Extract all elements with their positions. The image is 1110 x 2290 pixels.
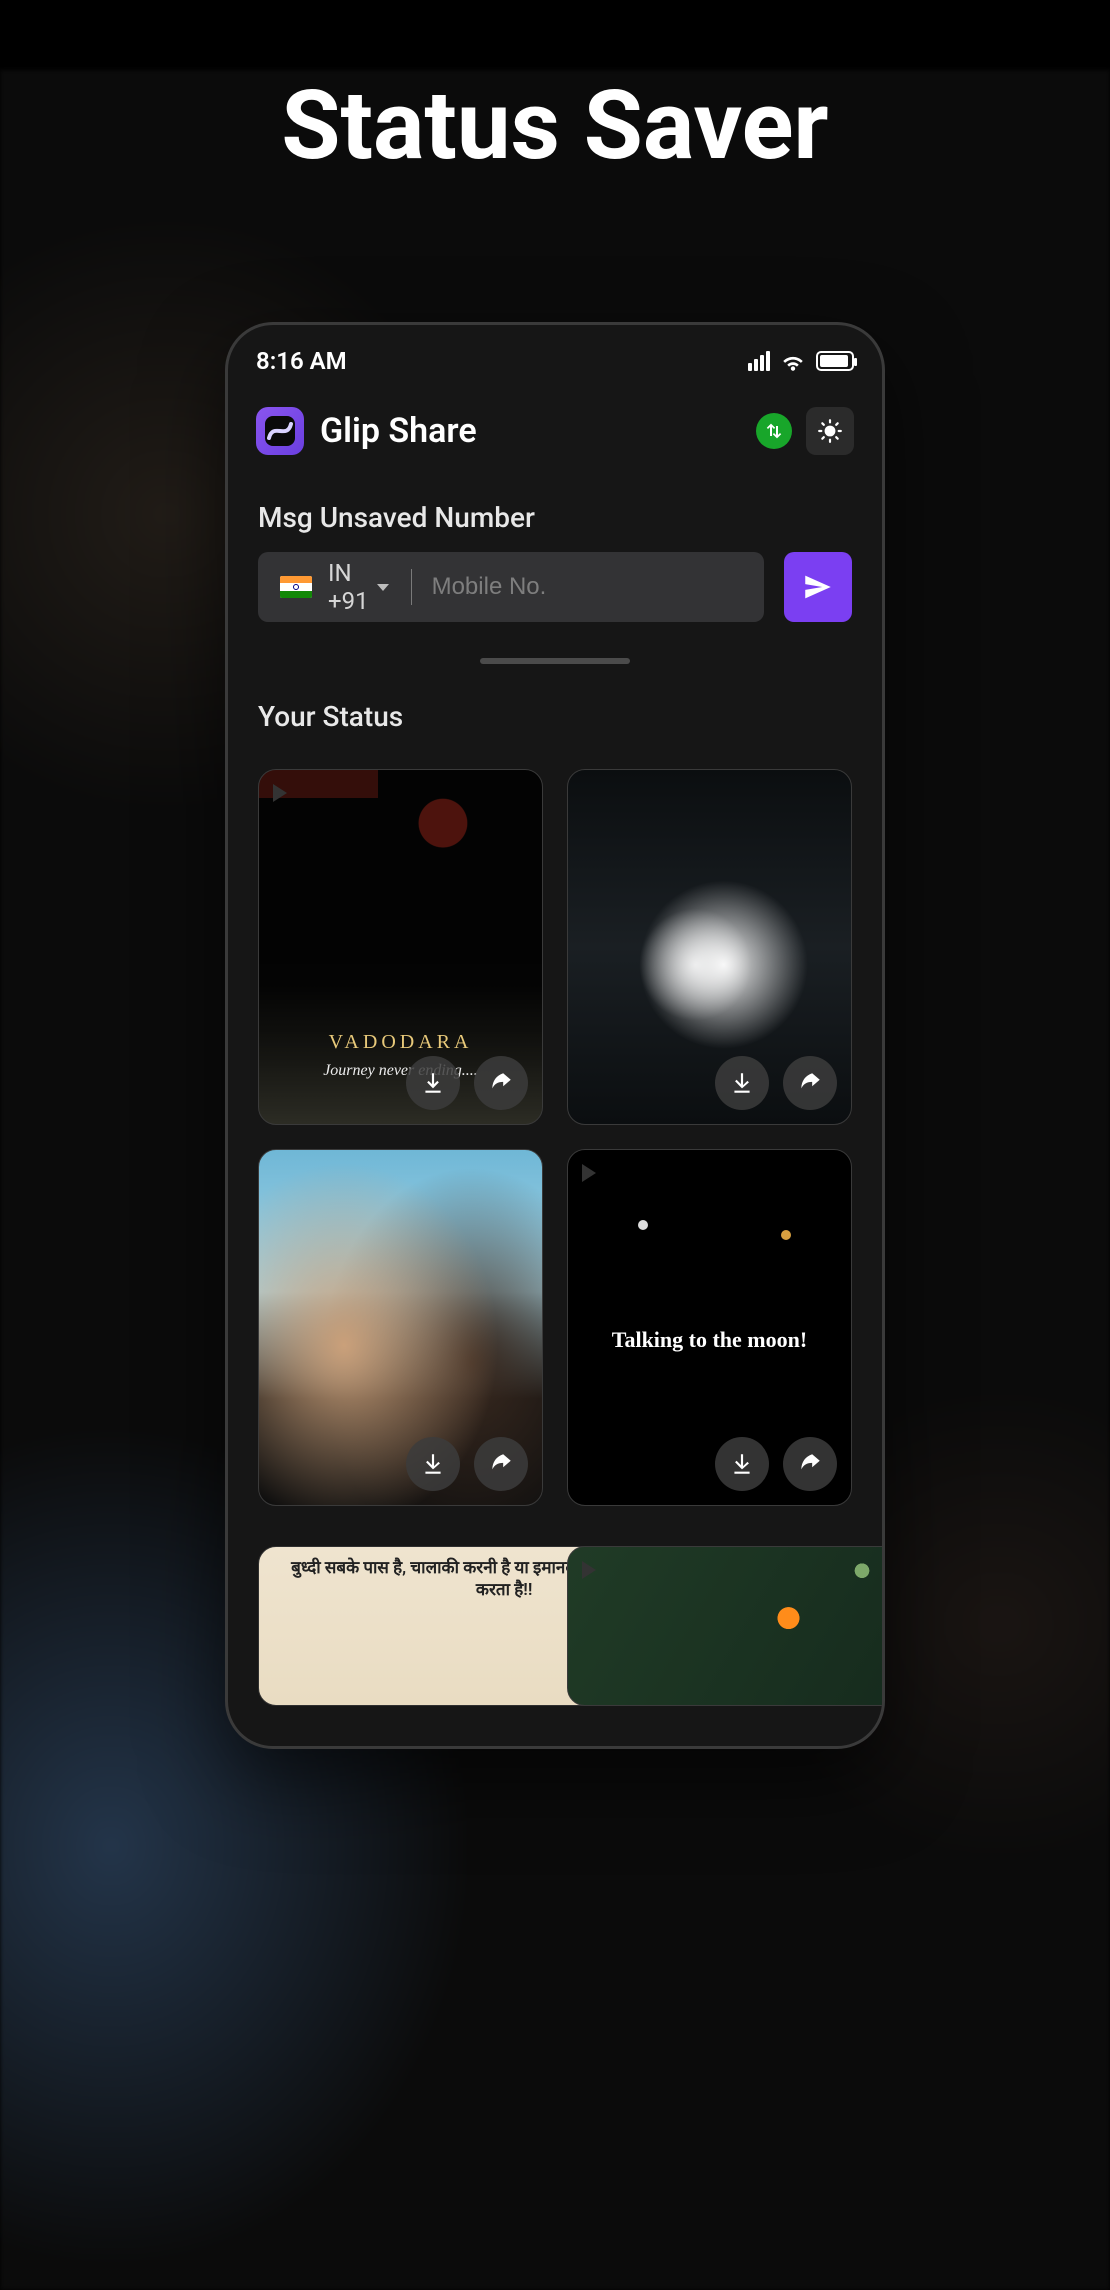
your-status-label: Your Status <box>228 664 882 751</box>
download-button[interactable] <box>406 1056 460 1110</box>
input-divider <box>411 569 412 605</box>
phone-frame: 8:16 AM Glip Share Msg Unsaved Number <box>225 322 885 1749</box>
country-flag-icon <box>280 576 312 598</box>
send-button[interactable] <box>784 552 852 622</box>
download-button[interactable] <box>406 1437 460 1491</box>
battery-icon <box>816 351 854 371</box>
header-actions <box>756 407 854 455</box>
app-logo-icon <box>256 407 304 455</box>
sun-icon <box>817 418 843 444</box>
sync-icon <box>764 421 784 441</box>
status-card[interactable] <box>258 1149 543 1505</box>
download-icon <box>420 1070 446 1096</box>
play-icon <box>273 784 287 802</box>
status-card[interactable]: VADODARA Journey never ending.... <box>258 769 543 1125</box>
status-card[interactable] <box>567 769 852 1125</box>
share-icon <box>488 1070 514 1096</box>
share-icon <box>488 1451 514 1477</box>
send-icon <box>801 570 835 604</box>
play-icon <box>582 1164 596 1182</box>
download-icon <box>729 1070 755 1096</box>
wifi-icon <box>780 351 806 371</box>
app-title-wrap: Glip Share <box>256 407 477 455</box>
download-icon <box>420 1451 446 1477</box>
status-icons <box>748 351 854 371</box>
cellular-signal-icon <box>748 351 770 371</box>
status-card[interactable] <box>567 1546 885 1706</box>
share-icon <box>797 1451 823 1477</box>
share-button[interactable] <box>783 1056 837 1110</box>
status-grid: VADODARA Journey never ending.... Talk <box>228 751 882 1546</box>
sync-button[interactable] <box>756 413 792 449</box>
download-icon <box>729 1451 755 1477</box>
chevron-down-icon <box>377 584 389 591</box>
status-overlay-text: Talking to the moon! <box>568 1327 851 1353</box>
app-header: Glip Share <box>228 381 882 465</box>
mobile-number-input[interactable] <box>432 573 742 601</box>
status-grid-partial: बुध्दी सबके पास है, चालाकी करनी है या इम… <box>228 1546 882 1746</box>
play-icon <box>582 1561 596 1579</box>
download-button[interactable] <box>715 1056 769 1110</box>
status-card[interactable]: Talking to the moon! <box>567 1149 852 1505</box>
share-button[interactable] <box>474 1056 528 1110</box>
status-overlay-title: VADODARA <box>259 1031 542 1054</box>
share-icon <box>797 1070 823 1096</box>
unsaved-number-label: Msg Unsaved Number <box>228 465 882 552</box>
download-button[interactable] <box>715 1437 769 1491</box>
phone-input-box: IN +91 <box>258 552 764 622</box>
theme-toggle-button[interactable] <box>806 407 854 455</box>
share-button[interactable] <box>474 1437 528 1491</box>
share-button[interactable] <box>783 1437 837 1491</box>
device-status-bar: 8:16 AM <box>228 325 882 381</box>
country-code-selector[interactable]: IN +91 <box>328 559 389 615</box>
unsaved-number-row: IN +91 <box>228 552 882 622</box>
moon-graphic <box>638 1220 648 1230</box>
country-code-label: IN +91 <box>328 559 369 615</box>
app-title: Glip Share <box>320 411 477 451</box>
moon-graphic <box>781 1230 791 1240</box>
page-title: Status Saver <box>0 70 1110 182</box>
status-time: 8:16 AM <box>256 347 347 375</box>
